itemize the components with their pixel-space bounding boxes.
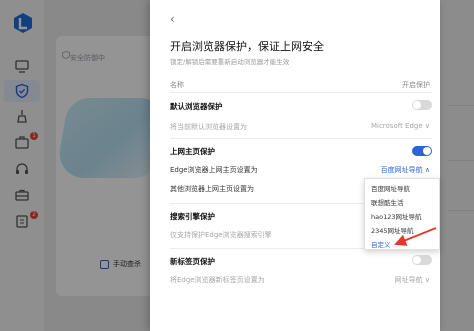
- newtab-protection-toggle[interactable]: [412, 255, 432, 265]
- default-browser-toggle[interactable]: [412, 100, 432, 110]
- search-engine-title: 搜索引擎保护: [170, 212, 215, 221]
- newtab-protection-title: 新标签页保护: [170, 257, 215, 266]
- search-engine-label: 仅支持保护Edge浏览器搜索引擎: [170, 231, 272, 239]
- newtab-select[interactable]: 网址导航 ∨: [395, 275, 430, 285]
- homepage-dropdown-menu: 百度网址导航 联想酷生活 hao123网址导航 2345网址导航 自定义: [364, 178, 440, 250]
- page-subtitle: 锁定/解锁后需要重新启动浏览器才能生效: [170, 58, 290, 66]
- page-title: 开启浏览器保护，保证上网安全: [170, 40, 324, 53]
- other-homepage-label: 其他浏览器上网主页设置为: [170, 185, 254, 193]
- homepage-protection-title: 上网主页保护: [170, 147, 215, 156]
- default-browser-select[interactable]: Microsoft Edge ∨: [371, 122, 430, 130]
- column-header-state: 开启保护: [402, 81, 430, 89]
- default-browser-label: 将当前默认浏览器设置为: [170, 123, 247, 131]
- newtab-label: 将Edge浏览器新标签页设置为: [170, 276, 265, 284]
- divider: [170, 138, 432, 139]
- homepage-protection-toggle[interactable]: [412, 146, 432, 156]
- back-button[interactable]: ‹: [170, 12, 175, 26]
- dropdown-option-lenovo[interactable]: 联想酷生活: [371, 197, 404, 207]
- dropdown-option-hao123[interactable]: hao123网址导航: [371, 211, 422, 221]
- column-header-name: 名称: [170, 81, 184, 89]
- toggle-knob: [413, 256, 421, 264]
- default-browser-title: 默认浏览器保护: [170, 102, 223, 111]
- edge-homepage-label: Edge浏览器上网主页设置为: [170, 166, 258, 174]
- edge-homepage-select[interactable]: 百度网址导航 ∧: [381, 165, 430, 175]
- dropdown-option-baidu[interactable]: 百度网址导航: [371, 183, 410, 193]
- dropdown-option-custom[interactable]: 自定义: [371, 239, 391, 249]
- toggle-knob: [413, 101, 421, 109]
- toggle-knob: [423, 147, 431, 155]
- dropdown-option-2345[interactable]: 2345网址导航: [371, 225, 414, 235]
- divider: [170, 92, 432, 93]
- browser-protection-panel: ‹ 开启浏览器保护，保证上网安全 锁定/解锁后需要重新启动浏览器才能生效 名称 …: [150, 0, 440, 331]
